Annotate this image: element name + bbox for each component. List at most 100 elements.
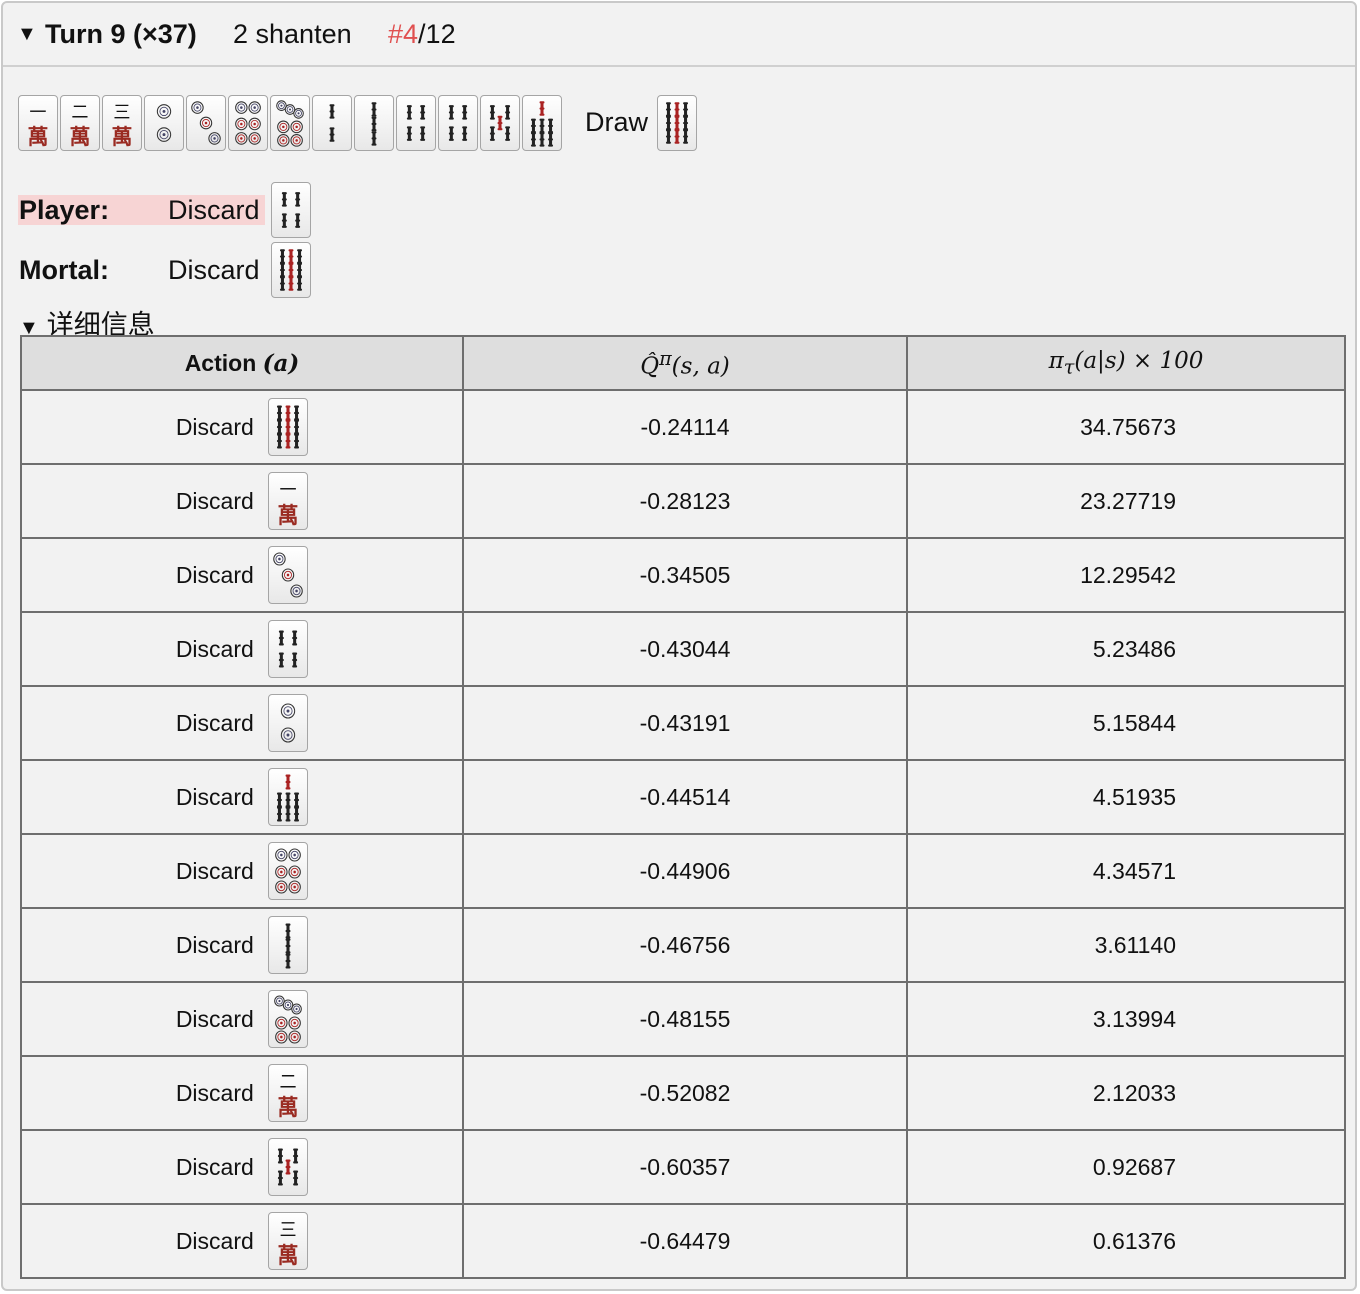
table-row: Discard 二 萬 -0.52082 2.12033 <box>20 1055 1346 1131</box>
policy-value: 34.75673 <box>1080 413 1176 440</box>
svg-text:三: 三 <box>280 1221 297 1242</box>
hand-tile-2m-icon: 二 萬 <box>60 95 100 151</box>
svg-text:一: 一 <box>280 481 297 502</box>
row-tile-1m-icon: 一 萬 <box>268 472 309 530</box>
svg-text:一: 一 <box>29 103 46 123</box>
rank-indicator: #4/12 <box>388 3 456 65</box>
q-value: -0.46756 <box>462 907 908 983</box>
action-cell: Discard <box>20 685 464 761</box>
action-label: Discard <box>175 413 254 440</box>
svg-text:二: 二 <box>280 1073 297 1094</box>
draw-label: Draw <box>585 107 649 137</box>
row-tile-2p-icon <box>268 694 309 752</box>
action-cell: Discard 三 萬 <box>20 1203 464 1279</box>
policy-cell: 5.15844 <box>906 685 1346 761</box>
table-row: Discard -0.43191 5.15844 <box>20 685 1346 761</box>
hand-tile-7s-icon <box>522 95 562 151</box>
action-label: Discard <box>175 561 254 588</box>
table-row: Discard -0.44906 4.34571 <box>20 833 1346 909</box>
policy-value: 0.61376 <box>1092 1227 1176 1254</box>
row-tile-4s-icon <box>268 620 309 678</box>
row-tile-3m-icon: 三 萬 <box>268 1212 309 1270</box>
policy-cell: 0.61376 <box>906 1203 1346 1279</box>
action-label: Discard <box>175 709 254 736</box>
policy-cell: 12.29542 <box>906 537 1346 613</box>
action-label: Discard <box>175 1227 254 1254</box>
policy-cell: 3.61140 <box>906 907 1346 983</box>
header-pi-symbol: π <box>1048 348 1064 375</box>
policy-value: 5.23486 <box>1092 635 1176 662</box>
draw-tile-9s-icon <box>657 95 697 151</box>
hand-tile-6p-icon <box>228 95 268 151</box>
policy-value: 12.29542 <box>1080 561 1176 588</box>
row-tile-3s-icon <box>268 916 309 974</box>
hand-tile-4s-icon <box>438 95 478 151</box>
policy-cell: 5.23486 <box>906 611 1346 687</box>
q-value: -0.64479 <box>462 1203 908 1279</box>
shanten-count: 2 shanten <box>233 19 352 49</box>
table-row: Discard 三 萬 -0.64479 0.61376 <box>20 1203 1346 1279</box>
svg-text:萬: 萬 <box>112 124 133 149</box>
action-cell: Discard <box>20 1129 464 1205</box>
row-tile-7p-icon <box>268 990 309 1048</box>
table-row: Discard -0.43044 5.23486 <box>20 611 1346 687</box>
action-label: Discard <box>175 783 254 810</box>
svg-text:萬: 萬 <box>278 1096 299 1121</box>
header-q-sup: π <box>659 346 672 370</box>
svg-text:萬: 萬 <box>278 504 299 529</box>
policy-value: 3.13994 <box>1092 1005 1176 1032</box>
header-action-math: (a) <box>262 349 300 377</box>
player-action: Discard <box>168 195 260 225</box>
table-row: Discard -0.24114 34.75673 <box>20 389 1346 465</box>
action-cell: Discard 一 萬 <box>20 463 464 539</box>
policy-value: 4.34571 <box>1092 857 1176 884</box>
collapse-triangle-icon[interactable]: ▼ <box>17 3 37 65</box>
table-row: Discard -0.60357 0.92687 <box>20 1129 1346 1205</box>
policy-value: 2.12033 <box>1092 1079 1176 1106</box>
policy-cell: 0.92687 <box>906 1129 1346 1205</box>
svg-text:三: 三 <box>113 103 130 123</box>
q-value: -0.60357 <box>462 1129 908 1205</box>
row-tile-7s-icon <box>268 768 309 826</box>
policy-cell: 4.51935 <box>906 759 1346 835</box>
policy-cell: 4.34571 <box>906 833 1346 909</box>
hand-tile-2s-icon <box>312 95 352 151</box>
q-value: -0.34505 <box>462 537 908 613</box>
action-label: Discard <box>175 635 254 662</box>
policy-cell: 34.75673 <box>906 389 1346 465</box>
svg-text:二: 二 <box>71 103 88 123</box>
q-value: -0.43191 <box>462 685 908 761</box>
hand-tile-7p-icon <box>270 95 310 151</box>
row-tile-5s-icon <box>268 1138 309 1196</box>
hand-tile-2p-icon <box>144 95 184 151</box>
table-row: Discard -0.44514 4.51935 <box>20 759 1346 835</box>
svg-text:萬: 萬 <box>70 124 91 149</box>
policy-value: 23.27719 <box>1080 487 1176 514</box>
action-cell: Discard <box>20 759 464 835</box>
player-tile-4s-icon <box>271 182 311 238</box>
row-tile-9s-icon <box>268 398 309 456</box>
table-row: Discard -0.34505 12.29542 <box>20 537 1346 613</box>
hand-tile-1m-icon: 一 萬 <box>18 95 58 151</box>
hand-tile-3s-icon <box>354 95 394 151</box>
q-value: -0.44906 <box>462 833 908 909</box>
q-value: -0.52082 <box>462 1055 908 1131</box>
action-cell: Discard <box>20 833 464 909</box>
action-label: Discard <box>175 931 254 958</box>
hand-tile-3m-icon: 三 萬 <box>102 95 142 151</box>
policy-cell: 2.12033 <box>906 1055 1346 1131</box>
row-tile-3p-icon <box>268 546 309 604</box>
action-table: Action (a) Q̂π(s, a) πτ(a|s) × 100 Disca… <box>20 335 1346 1279</box>
table-row: Discard -0.48155 3.13994 <box>20 981 1346 1057</box>
svg-text:萬: 萬 <box>28 124 49 149</box>
turn-title: Turn 9 (×37) <box>45 19 197 49</box>
action-cell: Discard <box>20 907 464 983</box>
table-row: Discard 一 萬 -0.28123 23.27719 <box>20 463 1346 539</box>
policy-cell: 23.27719 <box>906 463 1346 539</box>
q-value: -0.43044 <box>462 611 908 687</box>
q-value: -0.28123 <box>462 463 908 539</box>
turn-summary[interactable]: ▼ Turn 9 (×37) 2 shanten #4/12 <box>3 3 1355 67</box>
row-tile-6p-icon <box>268 842 309 900</box>
q-value: -0.44514 <box>462 759 908 835</box>
mortal-tile-9s-icon <box>271 242 311 298</box>
